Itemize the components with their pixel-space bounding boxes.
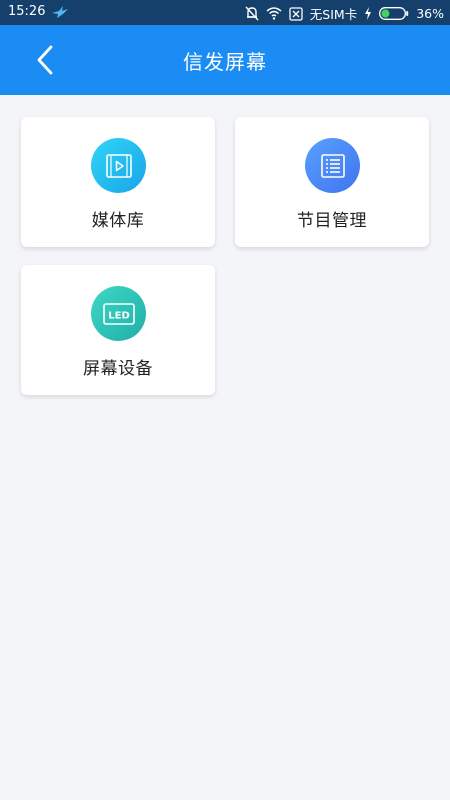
- program-list-icon: [305, 138, 360, 193]
- charging-bolt-icon: [364, 7, 372, 20]
- app-header: 信发屏幕: [0, 25, 450, 95]
- video-library-icon: [91, 138, 146, 193]
- led-screen-icon: LED: [91, 286, 146, 341]
- page-title: 信发屏幕: [183, 50, 267, 74]
- led-icon-text: LED: [108, 310, 130, 321]
- wifi-icon: [266, 7, 282, 20]
- carrier-text: 无SIM卡: [309, 7, 358, 22]
- status-bar: 15:26 无SIM卡 36%: [0, 0, 450, 25]
- mute-bell-icon: [245, 6, 259, 21]
- no-sim-icon: [289, 6, 303, 21]
- screen-devices-card[interactable]: LED 屏幕设备: [21, 265, 215, 395]
- screen-devices-label: 屏幕设备: [83, 359, 153, 379]
- status-time: 15:26: [8, 4, 46, 19]
- program-management-label: 节目管理: [297, 211, 367, 231]
- program-management-card[interactable]: 节目管理: [235, 117, 429, 247]
- bird-notification-icon: [51, 5, 69, 19]
- media-library-card[interactable]: 媒体库: [21, 117, 215, 247]
- media-library-label: 媒体库: [91, 211, 145, 231]
- battery-percent: 36%: [416, 6, 444, 21]
- battery-icon: [379, 7, 409, 20]
